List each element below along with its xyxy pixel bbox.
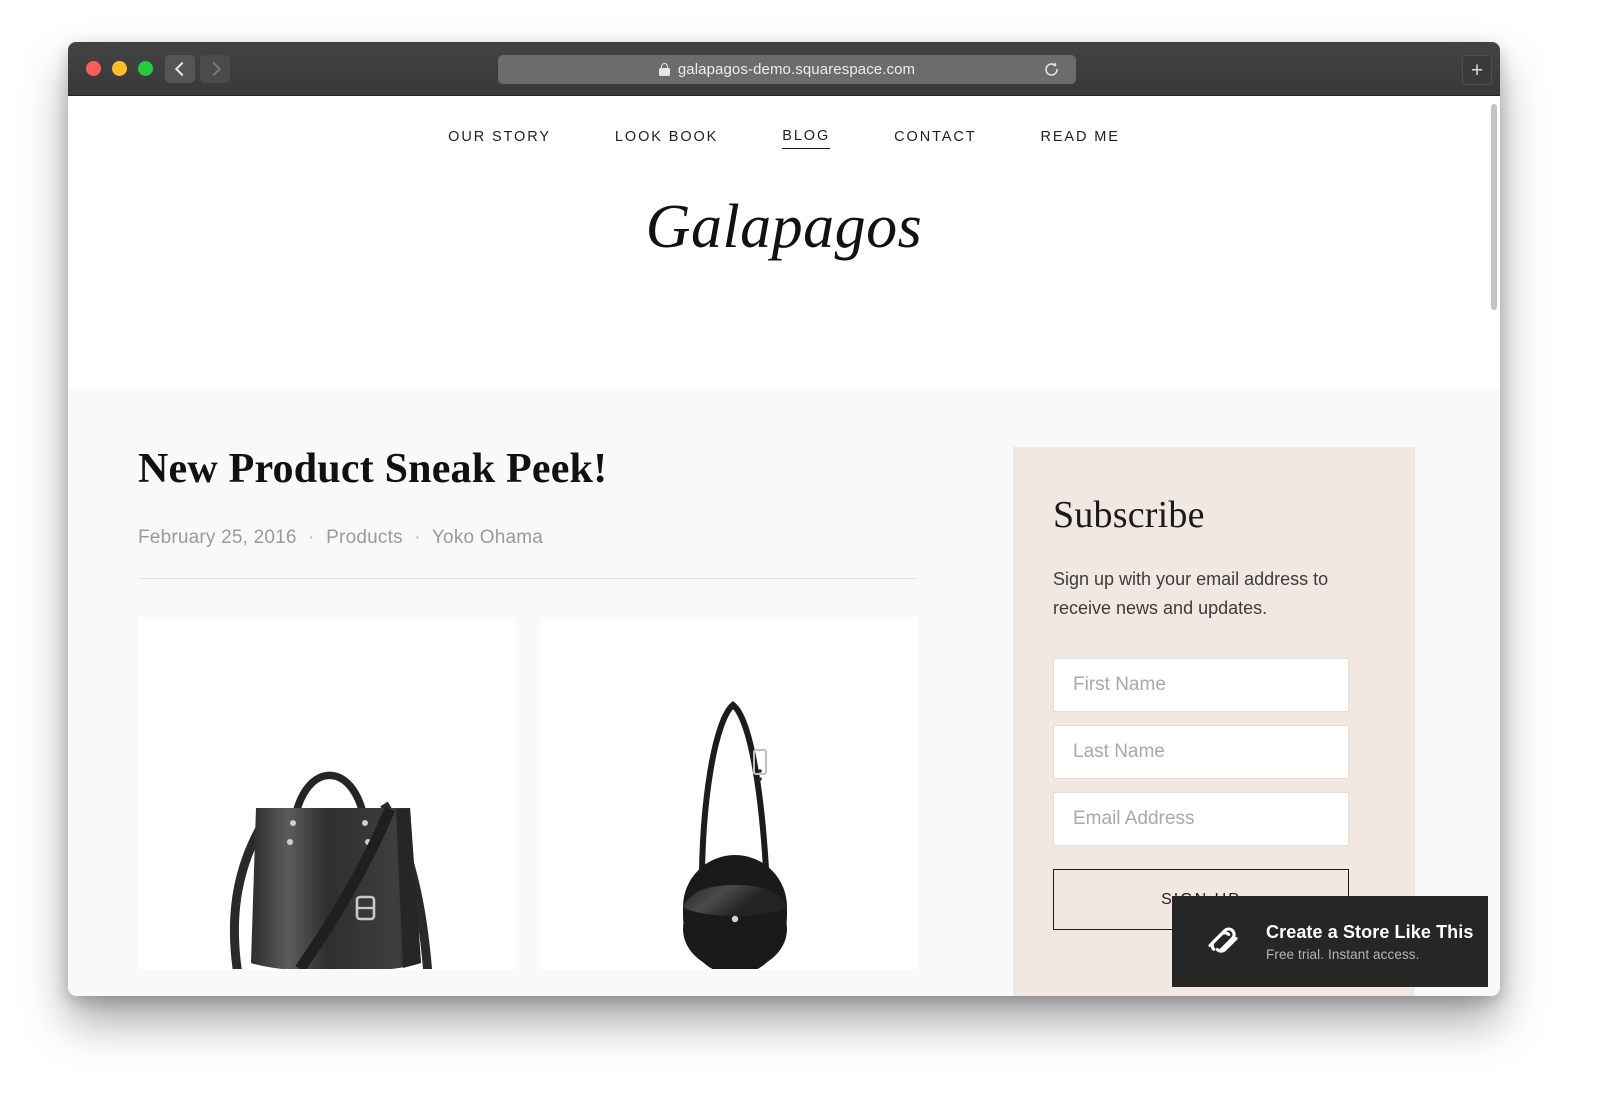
- scrollbar-thumb[interactable]: [1491, 104, 1497, 310]
- nav-item-look-book[interactable]: LOOK BOOK: [615, 129, 718, 149]
- chevron-left-icon: [174, 61, 189, 77]
- squarespace-promo-banner[interactable]: Create a Store Like This Free trial. Ins…: [1172, 896, 1488, 987]
- page-scrollbar[interactable]: [1488, 96, 1500, 996]
- post-divider: [138, 578, 918, 580]
- page-viewport: OUR STORY LOOK BOOK BLOG CONTACT READ ME…: [68, 96, 1500, 996]
- lock-icon: [658, 63, 670, 76]
- forward-button[interactable]: [200, 55, 230, 83]
- post-author[interactable]: Yoko Ohama: [432, 527, 543, 548]
- banner-text-block: Create a Store Like This Free trial. Ins…: [1266, 922, 1473, 962]
- banner-subtitle: Free trial. Instant access.: [1266, 946, 1420, 962]
- nav-item-our-story[interactable]: OUR STORY: [448, 129, 551, 149]
- subscribe-title: Subscribe: [1053, 494, 1205, 536]
- browser-window: galapagos-demo.squarespace.com + OUR STO…: [68, 42, 1500, 996]
- post-meta: February 25, 2016 · Products · Yoko Oham…: [138, 527, 918, 549]
- minimize-window-button[interactable]: [112, 61, 127, 76]
- first-name-placeholder: First Name: [1073, 674, 1166, 696]
- email-address-field[interactable]: Email Address: [1053, 792, 1349, 847]
- site-logo[interactable]: Galapagos: [68, 192, 1500, 263]
- traffic-lights: [86, 61, 153, 76]
- nav-item-read-me[interactable]: READ ME: [1040, 129, 1119, 149]
- maximize-window-button[interactable]: [138, 61, 153, 76]
- new-tab-button[interactable]: +: [1462, 55, 1492, 85]
- new-tab-label: +: [1470, 58, 1484, 82]
- last-name-placeholder: Last Name: [1073, 741, 1165, 763]
- main-navigation: OUR STORY LOOK BOOK BLOG CONTACT READ ME: [68, 96, 1500, 149]
- address-bar[interactable]: galapagos-demo.squarespace.com: [498, 55, 1076, 84]
- reload-icon[interactable]: [1043, 61, 1060, 78]
- meta-separator-1: ·: [308, 527, 315, 549]
- first-name-field[interactable]: First Name: [1053, 658, 1349, 713]
- back-button[interactable]: [165, 55, 195, 83]
- blog-post: New Product Sneak Peek! February 25, 201…: [138, 446, 918, 970]
- post-image-gallery: [138, 617, 918, 970]
- nav-item-contact[interactable]: CONTACT: [894, 129, 976, 149]
- email-address-placeholder: Email Address: [1073, 808, 1195, 830]
- close-window-button[interactable]: [86, 61, 101, 76]
- last-name-field[interactable]: Last Name: [1053, 725, 1349, 780]
- nav-item-blog[interactable]: BLOG: [782, 128, 831, 149]
- subscribe-description: Sign up with your email address to recei…: [1053, 569, 1329, 619]
- black-leather-tote-bag-image[interactable]: [138, 617, 516, 970]
- navigation-buttons: [165, 55, 230, 83]
- post-category[interactable]: Products: [326, 527, 403, 548]
- url-text: galapagos-demo.squarespace.com: [677, 61, 916, 78]
- meta-separator-2: ·: [414, 527, 421, 549]
- post-date: February 25, 2016: [138, 527, 297, 549]
- post-title: New Product Sneak Peek!: [138, 446, 608, 492]
- squarespace-logo-icon: [1202, 921, 1244, 963]
- browser-titlebar: galapagos-demo.squarespace.com +: [68, 42, 1500, 96]
- site-header: OUR STORY LOOK BOOK BLOG CONTACT READ ME…: [68, 96, 1500, 389]
- subscribe-form: First Name Last Name Email Address: [1053, 658, 1375, 847]
- black-half-moon-crossbody-bag-image[interactable]: [540, 617, 918, 970]
- chevron-right-icon: [206, 61, 221, 77]
- banner-title: Create a Store Like This: [1266, 921, 1474, 942]
- page-content: New Product Sneak Peek! February 25, 201…: [68, 389, 1500, 996]
